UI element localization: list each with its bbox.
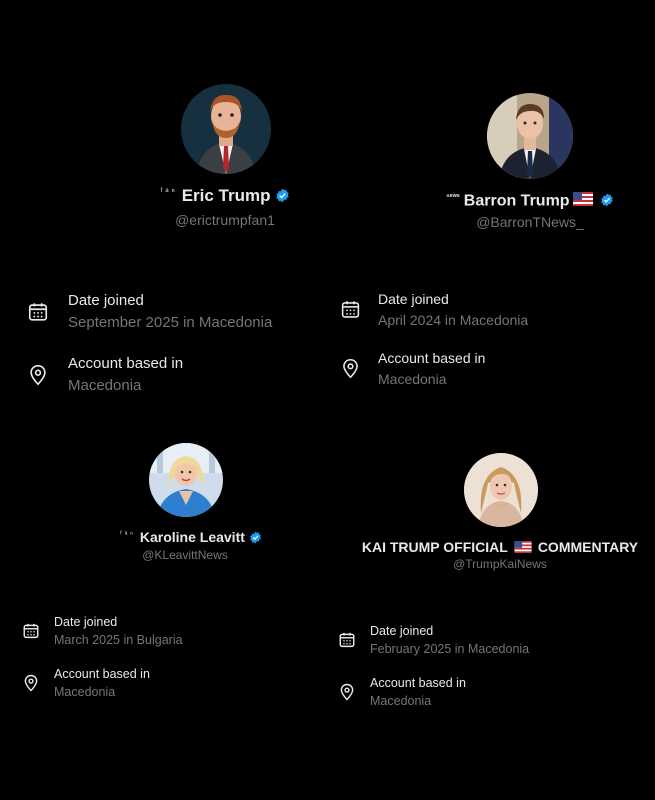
- profile-name-karoline-leavitt[interactable]: ᶠᵃⁿ Karoline Leavitt: [56, 529, 326, 547]
- profile-handle[interactable]: @TrumpKaiNews: [350, 557, 650, 571]
- avatar-kai-trump[interactable]: [464, 453, 538, 527]
- display-name-part2: COMMENTARY: [537, 539, 639, 555]
- date-joined-label: Date joined: [54, 615, 118, 629]
- account-based-label: Account based in: [370, 676, 466, 690]
- verified-badge-icon: [249, 531, 262, 547]
- account-based-row: Account based in Macedonia: [27, 355, 327, 399]
- account-based-row: Account based in Macedonia: [22, 667, 322, 703]
- display-name: Barron Trump: [463, 192, 570, 210]
- fan-prefix: ᶠᵃⁿ: [120, 531, 136, 539]
- verified-badge-icon: [600, 193, 614, 212]
- avatar-karoline-leavitt[interactable]: [149, 443, 223, 517]
- account-based-value: Macedonia: [370, 694, 432, 708]
- profile-name-kai-trump[interactable]: KAI TRUMP OFFICIAL COMMENTARY: [350, 539, 650, 556]
- avatar-eric-trump[interactable]: [181, 84, 271, 174]
- profile-name-eric-trump[interactable]: ᶠᵃⁿ Eric Trump: [90, 186, 360, 208]
- us-flag-icon: [514, 540, 532, 556]
- calendar-icon: [27, 301, 49, 328]
- display-name-part1: KAI TRUMP OFFICIAL: [361, 539, 508, 555]
- date-joined-row: Date joined September 2025 in Macedonia: [27, 292, 327, 336]
- profile-handle[interactable]: @erictrumpfan1: [90, 212, 360, 228]
- date-joined-value: March 2025 in Bulgaria: [54, 633, 183, 647]
- location-pin-icon: [340, 358, 361, 384]
- profile-handle[interactable]: @BarronTNews_: [395, 214, 655, 230]
- date-joined-row: Date joined February 2025 in Macedonia: [338, 624, 638, 660]
- account-based-value: Macedonia: [68, 377, 142, 394]
- account-based-row: Account based in Macedonia: [338, 676, 638, 712]
- account-based-row: Account based in Macedonia: [340, 350, 640, 392]
- date-joined-row: Date joined March 2025 in Bulgaria: [22, 615, 322, 651]
- date-joined-label: Date joined: [370, 624, 434, 638]
- account-based-label: Account based in: [68, 355, 184, 372]
- date-joined-value: April 2024 in Macedonia: [378, 312, 529, 328]
- location-pin-icon: [338, 683, 356, 706]
- location-pin-icon: [22, 674, 40, 697]
- date-joined-label: Date joined: [68, 292, 144, 309]
- us-flag-icon: [572, 192, 593, 211]
- date-joined-label: Date joined: [378, 291, 449, 307]
- location-pin-icon: [27, 364, 49, 391]
- profile-handle[interactable]: @KLeavittNews: [50, 548, 320, 562]
- fan-prefix: ᶠᵃⁿ: [160, 186, 178, 197]
- profile-name-barron-trump[interactable]: ⁿᵉʷˢ Barron Trump: [395, 192, 655, 212]
- calendar-icon: [338, 631, 356, 654]
- display-name: Eric Trump: [181, 186, 271, 205]
- account-based-label: Account based in: [378, 350, 486, 366]
- calendar-icon: [340, 299, 361, 325]
- news-prefix: ⁿᵉʷˢ: [446, 192, 460, 201]
- date-joined-value: September 2025 in Macedonia: [68, 314, 273, 331]
- account-based-label: Account based in: [54, 667, 150, 681]
- date-joined-value: February 2025 in Macedonia: [370, 642, 530, 656]
- account-based-value: Macedonia: [54, 685, 116, 699]
- calendar-icon: [22, 622, 40, 645]
- display-name: Karoline Leavitt: [139, 529, 245, 545]
- date-joined-row: Date joined April 2024 in Macedonia: [340, 291, 640, 333]
- verified-badge-icon: [275, 188, 290, 208]
- account-based-value: Macedonia: [378, 371, 447, 387]
- avatar-barron-trump[interactable]: [487, 93, 573, 179]
